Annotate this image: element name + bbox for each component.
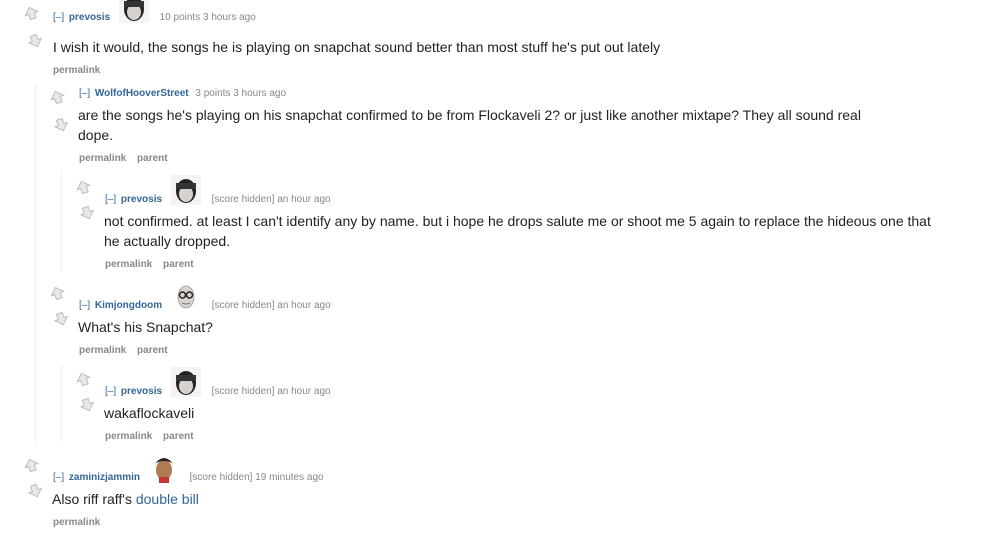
comment-body: I wish it would, the songs he is playing… [53, 39, 661, 55]
permalink-button[interactable]: permalink [105, 259, 152, 270]
downvote-arrow-icon[interactable] [54, 312, 69, 326]
author-link[interactable]: prevosis [121, 386, 162, 397]
author-link[interactable]: Kimjongdoom [95, 300, 162, 311]
upvote-arrow-icon[interactable] [24, 6, 39, 20]
collapse-toggle[interactable]: [–] [79, 300, 90, 311]
author-link[interactable]: WolfofHooverStreet [95, 88, 189, 99]
downvote-arrow-icon[interactable] [28, 484, 43, 498]
downvote-arrow-icon[interactable] [80, 206, 95, 220]
author-link[interactable]: prevosis [121, 194, 162, 205]
parent-button[interactable]: parent [163, 259, 194, 270]
eminem-face-avatar [170, 175, 201, 206]
comment-tagline: [–] WolfofHooverStreet 3 points 3 hours … [79, 87, 286, 101]
comment-buttons: permalink [53, 65, 108, 76]
score-time: [score hidden] 19 minutes ago [189, 472, 324, 483]
permalink-button[interactable]: permalink [53, 517, 100, 528]
downvote-arrow-icon[interactable] [28, 34, 43, 48]
thread-line-level1 [35, 86, 36, 444]
comment-buttons: permalink parent [105, 259, 202, 270]
collapse-toggle[interactable]: [–] [105, 386, 116, 397]
downvote-arrow-icon[interactable] [54, 118, 69, 132]
comment-tagline: [–] Kimjongdoom [score hidden] an hour a… [79, 281, 331, 313]
score-time: [score hidden] an hour ago [211, 300, 331, 311]
dark-hair-face-avatar [148, 453, 179, 484]
permalink-button[interactable]: permalink [53, 65, 100, 76]
glasses-face-avatar [170, 281, 201, 312]
parent-button[interactable]: parent [137, 345, 168, 356]
eminem-face-avatar [170, 367, 201, 398]
comment-body: are the songs he's playing on his snapch… [78, 107, 861, 143]
comment-body: wakaflockaveli [104, 405, 195, 421]
permalink-button[interactable]: permalink [79, 153, 126, 164]
downvote-arrow-icon[interactable] [80, 398, 95, 412]
comment-tagline: [–] prevosis 10 points 3 hours ago [53, 0, 256, 25]
score-time: 10 points 3 hours ago [159, 12, 256, 23]
comment-tagline: [–] prevosis [score hidden] an hour ago [105, 367, 331, 399]
collapse-toggle[interactable]: [–] [53, 12, 64, 23]
score-time: 3 points 3 hours ago [195, 88, 287, 99]
eminem-face-avatar [118, 0, 149, 24]
collapse-toggle[interactable]: [–] [53, 472, 64, 483]
comment-body: What's his Snapchat? [78, 319, 213, 335]
comment-tagline: [–] zaminizjammin [score hidden] 19 minu… [53, 453, 324, 485]
upvote-arrow-icon[interactable] [76, 372, 91, 386]
permalink-button[interactable]: permalink [105, 431, 152, 442]
comment-body: Also riff raff's double bill [52, 489, 199, 509]
comment-buttons: permalink parent [79, 345, 176, 356]
upvote-arrow-icon[interactable] [24, 458, 39, 472]
permalink-button[interactable]: permalink [79, 345, 126, 356]
parent-button[interactable]: parent [163, 431, 194, 442]
thread-line-level2b [61, 366, 62, 444]
comment-buttons: permalink parent [105, 431, 202, 442]
comment-buttons: permalink [53, 517, 108, 528]
comment-buttons: permalink parent [79, 153, 176, 164]
comment-tagline: [–] prevosis [score hidden] an hour ago [105, 175, 331, 207]
double-bill-link[interactable]: double bill [136, 491, 199, 507]
collapse-toggle[interactable]: [–] [105, 194, 116, 205]
comment-body-text: Also riff raff's [52, 491, 136, 507]
author-link[interactable]: zaminizjammin [69, 472, 140, 483]
upvote-arrow-icon[interactable] [50, 286, 65, 300]
score-time: [score hidden] an hour ago [211, 386, 331, 397]
score-time: [score hidden] an hour ago [211, 194, 331, 205]
thread-line-level2a [61, 172, 62, 272]
upvote-arrow-icon[interactable] [76, 180, 91, 194]
parent-button[interactable]: parent [137, 153, 168, 164]
comment-body: not confirmed. at least I can't identify… [104, 213, 931, 249]
upvote-arrow-icon[interactable] [50, 90, 65, 104]
author-link[interactable]: prevosis [69, 12, 110, 23]
collapse-toggle[interactable]: [–] [79, 88, 90, 99]
